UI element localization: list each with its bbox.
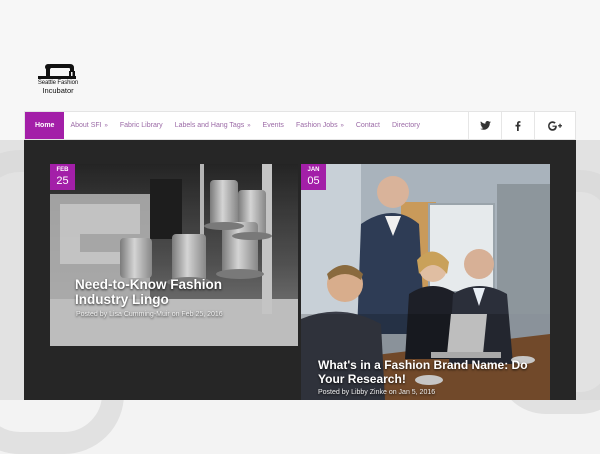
post-date-day: 05 bbox=[307, 175, 320, 187]
nav-item-fabric-library[interactable]: Fabric Library bbox=[114, 112, 169, 139]
nav-item-label: Events bbox=[262, 122, 284, 129]
main-navigation: Home About SFI » Fabric Library Labels a… bbox=[24, 111, 576, 140]
nav-item-directory[interactable]: Directory bbox=[386, 112, 426, 139]
post-meta: Posted by Libby Zinke on Jan 5, 2016 bbox=[318, 389, 436, 396]
nav-item-labels-and-hang-tags[interactable]: Labels and Hang Tags » bbox=[169, 112, 257, 139]
social-links bbox=[468, 112, 575, 139]
nav-item-label: Home bbox=[35, 122, 55, 129]
submenu-caret-icon: » bbox=[247, 123, 251, 129]
logo-text-line2: Incubator bbox=[42, 86, 74, 95]
submenu-caret-icon: » bbox=[104, 123, 108, 129]
site-logo[interactable]: Seattle Fashion Incubator bbox=[33, 62, 83, 102]
nav-item-label: Fashion Jobs bbox=[295, 122, 338, 129]
post-title[interactable]: What's in a Fashion Brand Name: Do Your … bbox=[318, 358, 550, 386]
nav-item-label: Directory bbox=[392, 122, 421, 129]
sewing-machine-icon bbox=[38, 64, 76, 79]
nav-item-events[interactable]: Events bbox=[257, 112, 290, 139]
nav-item-home[interactable]: Home bbox=[25, 112, 65, 139]
nav-item-label: Fabric Library bbox=[119, 122, 163, 129]
post-date-day: 25 bbox=[56, 175, 69, 187]
post-meta: Posted by Lisa Cumming-Muir on Feb 25, 2… bbox=[76, 311, 223, 318]
submenu-caret-icon: » bbox=[340, 123, 344, 129]
facebook-icon[interactable] bbox=[501, 112, 534, 139]
featured-post-card[interactable]: FEB 25 Need-to-Know Fashion Industry Lin… bbox=[50, 164, 298, 346]
nav-item-label: About SFI bbox=[70, 122, 102, 129]
post-date-badge: FEB 25 bbox=[50, 164, 75, 190]
post-date-badge: JAN 05 bbox=[301, 164, 326, 190]
nav-item-label: Contact bbox=[355, 122, 380, 129]
post-date-month: FEB bbox=[56, 167, 69, 173]
post-title[interactable]: Need-to-Know Fashion Industry Lingo bbox=[75, 277, 275, 307]
twitter-icon[interactable] bbox=[468, 112, 501, 139]
nav-item-label: Labels and Hang Tags bbox=[174, 122, 245, 129]
google-plus-icon[interactable] bbox=[534, 112, 575, 139]
nav-item-about-sfi[interactable]: About SFI » bbox=[64, 112, 113, 139]
nav-item-contact[interactable]: Contact bbox=[350, 112, 386, 139]
post-image bbox=[50, 164, 298, 346]
nav-item-fashion-jobs[interactable]: Fashion Jobs » bbox=[290, 112, 350, 139]
post-date-month: JAN bbox=[307, 167, 320, 173]
nav-menu: Home About SFI » Fabric Library Labels a… bbox=[25, 112, 426, 139]
featured-post-card[interactable]: JAN 05 What's in a Fashion Brand Name: D… bbox=[301, 164, 550, 400]
